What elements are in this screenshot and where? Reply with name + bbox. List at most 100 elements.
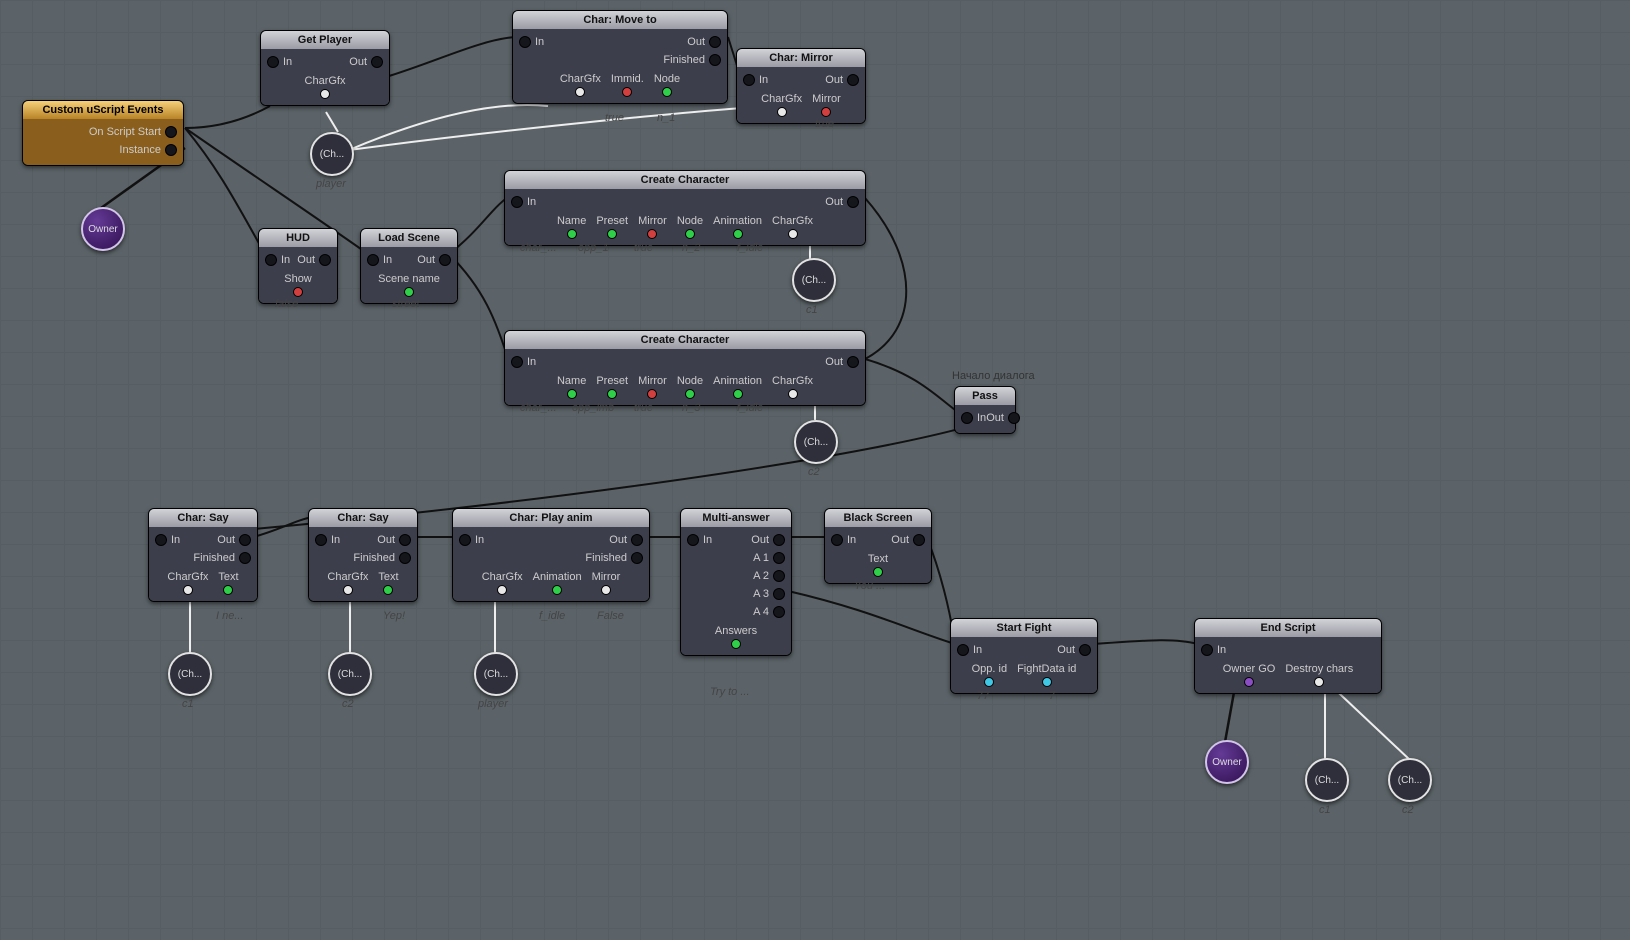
node-black-screen[interactable]: Black Screen InOut Text xyxy=(824,508,932,584)
port-out[interactable]: Out xyxy=(825,356,859,368)
param-name: Name xyxy=(557,215,586,227)
port-out[interactable]: Out xyxy=(609,534,643,546)
port-in[interactable]: In xyxy=(511,196,536,208)
variable-c2[interactable]: (Ch... xyxy=(794,420,838,464)
port-in[interactable]: In xyxy=(961,412,986,424)
port-finished[interactable]: Finished xyxy=(193,552,251,564)
port-in[interactable]: In xyxy=(957,644,982,656)
port-in[interactable]: In xyxy=(1201,644,1226,656)
node-hud[interactable]: HUD InOut Show xyxy=(258,228,338,304)
param-dot[interactable] xyxy=(733,389,743,399)
variable-say1-char[interactable]: (Ch... xyxy=(168,652,212,696)
param-dot[interactable] xyxy=(552,585,562,595)
port-finished[interactable]: Finished xyxy=(663,54,721,66)
param-dot[interactable] xyxy=(1042,677,1052,687)
port-out[interactable]: Out xyxy=(825,196,859,208)
param-dot[interactable] xyxy=(607,229,617,239)
node-char-mirror[interactable]: Char: Mirror InOut CharGfx Mirror xyxy=(736,48,866,124)
port-in[interactable]: In xyxy=(367,254,392,266)
port-out[interactable]: Out xyxy=(349,56,383,68)
port-in[interactable]: In xyxy=(267,56,292,68)
node-graph-canvas[interactable]: Custom uScript Events On Script Start In… xyxy=(0,0,1630,940)
port-out[interactable]: Out xyxy=(297,254,331,266)
variable-owner[interactable]: Owner xyxy=(81,207,125,251)
port-finished[interactable]: Finished xyxy=(585,552,643,564)
port-out[interactable]: Out xyxy=(687,36,721,48)
node-create-character-2[interactable]: Create Character InOut Name Preset Mirro… xyxy=(504,330,866,406)
variable-destroy-c1[interactable]: (Ch... xyxy=(1305,758,1349,802)
param-dot[interactable] xyxy=(575,87,585,97)
param-dot[interactable] xyxy=(343,585,353,595)
port-out[interactable]: Out xyxy=(417,254,451,266)
port-a4[interactable]: A 4 xyxy=(753,606,785,618)
param-dot[interactable] xyxy=(622,87,632,97)
port-out[interactable]: Out xyxy=(217,534,251,546)
param-dot[interactable] xyxy=(685,229,695,239)
param-dot[interactable] xyxy=(685,389,695,399)
port-in[interactable]: In xyxy=(265,254,290,266)
param-dot[interactable] xyxy=(647,229,657,239)
param-dot[interactable] xyxy=(984,677,994,687)
port-out[interactable]: Out xyxy=(1057,644,1091,656)
variable-player[interactable]: (Ch... xyxy=(310,132,354,176)
param-dot[interactable] xyxy=(320,89,330,99)
node-load-scene[interactable]: Load Scene InOut Scene name xyxy=(360,228,458,304)
port-a2[interactable]: A 2 xyxy=(753,570,785,582)
node-char-move-to[interactable]: Char: Move to InOut Finished CharGfx Imm… xyxy=(512,10,728,104)
variable-owner-2[interactable]: Owner xyxy=(1205,740,1249,784)
node-pass[interactable]: Pass InOut xyxy=(954,386,1016,434)
param-dot[interactable] xyxy=(1314,677,1324,687)
param-dot[interactable] xyxy=(223,585,233,595)
variable-destroy-c2[interactable]: (Ch... xyxy=(1388,758,1432,802)
node-char-say-2[interactable]: Char: Say InOut Finished CharGfx Text xyxy=(308,508,418,602)
param-dot[interactable] xyxy=(788,229,798,239)
port-in[interactable]: In xyxy=(687,534,712,546)
param-dot[interactable] xyxy=(873,567,883,577)
port-out[interactable]: Out xyxy=(891,534,925,546)
port-in[interactable]: In xyxy=(831,534,856,546)
port-out[interactable]: Out xyxy=(751,534,785,546)
variable-playanim-char[interactable]: (Ch... xyxy=(474,652,518,696)
param-dot[interactable] xyxy=(567,229,577,239)
node-char-play-anim[interactable]: Char: Play anim InOut Finished CharGfx A… xyxy=(452,508,650,602)
node-end-script[interactable]: End Script In Owner GO Destroy chars xyxy=(1194,618,1382,694)
param-dot[interactable] xyxy=(777,107,787,117)
node-char-say-1[interactable]: Char: Say InOut Finished CharGfx Text xyxy=(148,508,258,602)
param-dot[interactable] xyxy=(404,287,414,297)
node-create-character-1[interactable]: Create Character InOut Name Preset Mirro… xyxy=(504,170,866,246)
param-dot[interactable] xyxy=(607,389,617,399)
param-dot[interactable] xyxy=(647,389,657,399)
param-dot[interactable] xyxy=(731,639,741,649)
port-a1[interactable]: A 1 xyxy=(753,552,785,564)
port-in[interactable]: In xyxy=(743,74,768,86)
variable-c1[interactable]: (Ch... xyxy=(792,258,836,302)
param-dot[interactable] xyxy=(733,229,743,239)
node-custom-uscript-events[interactable]: Custom uScript Events On Script Start In… xyxy=(22,100,184,166)
param-dot[interactable] xyxy=(293,287,303,297)
port-out[interactable]: Out xyxy=(377,534,411,546)
param-dot[interactable] xyxy=(383,585,393,595)
param-dot[interactable] xyxy=(497,585,507,595)
port-instance[interactable]: Instance xyxy=(119,144,177,156)
port-out[interactable]: Out xyxy=(986,412,1020,424)
port-finished[interactable]: Finished xyxy=(353,552,411,564)
port-a3[interactable]: A 3 xyxy=(753,588,785,600)
param-dot[interactable] xyxy=(662,87,672,97)
param-dot[interactable] xyxy=(601,585,611,595)
port-on-script-start[interactable]: On Script Start xyxy=(89,126,177,138)
port-out[interactable]: Out xyxy=(825,74,859,86)
port-in[interactable]: In xyxy=(519,36,544,48)
node-start-fight[interactable]: Start Fight InOut Opp. id FightData id xyxy=(950,618,1098,694)
param-dot[interactable] xyxy=(567,389,577,399)
param-dot[interactable] xyxy=(183,585,193,595)
param-dot[interactable] xyxy=(1244,677,1254,687)
node-get-player[interactable]: Get Player InOut CharGfx xyxy=(260,30,390,106)
variable-say2-char[interactable]: (Ch... xyxy=(328,652,372,696)
port-in[interactable]: In xyxy=(459,534,484,546)
port-in[interactable]: In xyxy=(155,534,180,546)
param-dot[interactable] xyxy=(788,389,798,399)
param-dot[interactable] xyxy=(821,107,831,117)
node-multi-answer[interactable]: Multi-answer InOut A 1 A 2 A 3 A 4 Answe… xyxy=(680,508,792,656)
port-in[interactable]: In xyxy=(315,534,340,546)
port-in[interactable]: In xyxy=(511,356,536,368)
